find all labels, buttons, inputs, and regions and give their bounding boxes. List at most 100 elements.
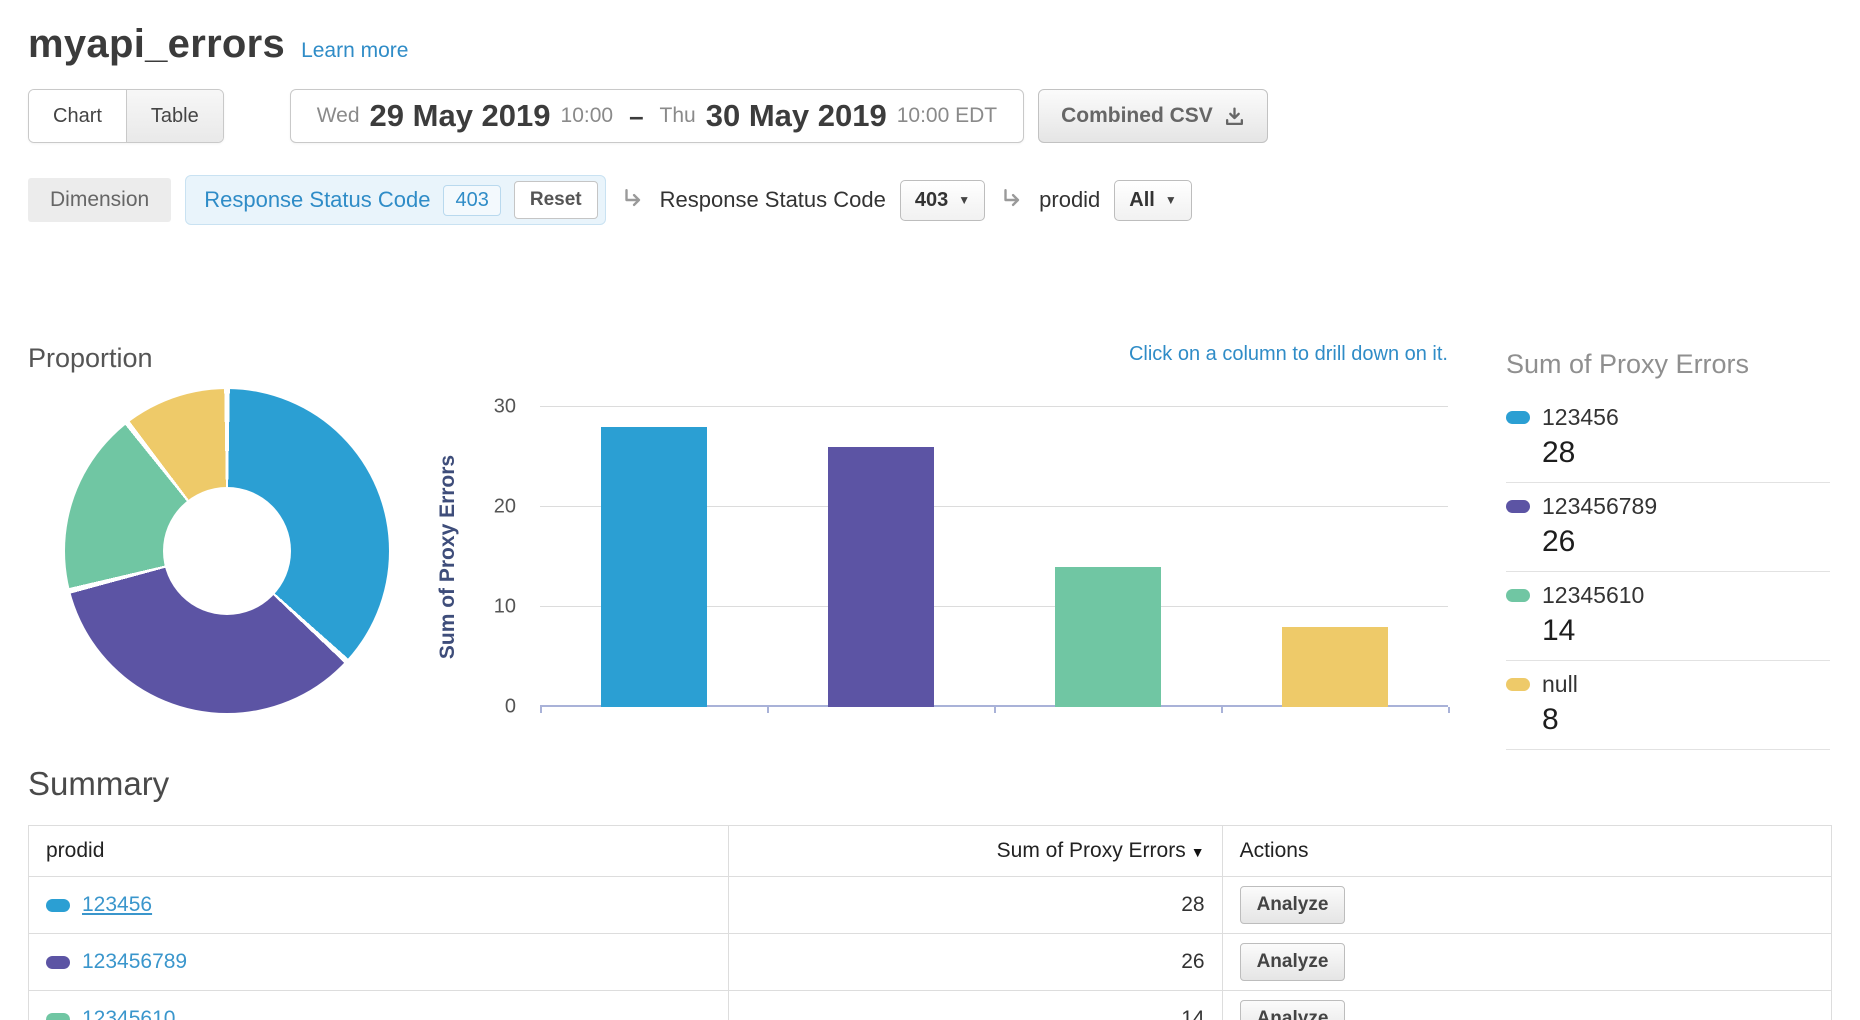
row-swatch bbox=[46, 956, 70, 969]
donut-chart[interactable] bbox=[65, 389, 389, 713]
value-cell: 14 bbox=[728, 991, 1222, 1020]
value-cell: 26 bbox=[728, 934, 1222, 991]
reset-button[interactable]: Reset bbox=[514, 181, 598, 219]
analyze-button[interactable]: Analyze bbox=[1240, 943, 1346, 981]
legend-value: 14 bbox=[1542, 614, 1830, 648]
drilldown-arrow-icon bbox=[999, 187, 1025, 213]
dropdown-value: 403 bbox=[915, 189, 948, 212]
page-title: myapi_errors bbox=[28, 22, 285, 67]
row-swatch bbox=[46, 1013, 70, 1020]
x-axis-tick bbox=[1448, 707, 1450, 713]
drilldown-arrow-icon bbox=[620, 187, 646, 213]
bars bbox=[540, 407, 1448, 707]
legend-label: null bbox=[1542, 671, 1578, 698]
table-row: 12345628Analyze bbox=[29, 877, 1832, 934]
tab-chart[interactable]: Chart bbox=[29, 90, 126, 142]
chart-legend: Sum of Proxy Errors 12345628123456789261… bbox=[1506, 349, 1830, 750]
legend-value: 26 bbox=[1542, 525, 1830, 559]
legend-label-row: 123456 bbox=[1506, 404, 1830, 431]
x-axis-tick bbox=[540, 707, 542, 713]
y-axis-label: Sum of Proxy Errors bbox=[426, 407, 470, 707]
bar-12345610[interactable] bbox=[1055, 567, 1161, 707]
legend-swatch bbox=[1506, 589, 1530, 602]
x-axis-tick bbox=[994, 707, 996, 713]
y-tick-label: 20 bbox=[494, 496, 516, 519]
legend-swatch bbox=[1506, 500, 1530, 513]
start-day: Wed bbox=[317, 104, 360, 128]
actions-cell: Analyze bbox=[1222, 877, 1831, 934]
prodid-cell: 12345610 bbox=[29, 991, 729, 1020]
legend-swatch bbox=[1506, 411, 1530, 424]
legend-entry: 12345628 bbox=[1506, 394, 1830, 483]
download-icon bbox=[1224, 106, 1245, 127]
drilldown-label-prodid: prodid bbox=[1039, 187, 1100, 213]
prodid-cell: 123456789 bbox=[29, 934, 729, 991]
prodid-link[interactable]: 12345610 bbox=[82, 1007, 175, 1020]
filter-chip: Response Status Code 403 Reset bbox=[185, 175, 605, 225]
donut-hole bbox=[163, 487, 291, 615]
table-row: 123456789 26 Analyze bbox=[29, 934, 1832, 991]
y-tick-label: 30 bbox=[494, 396, 516, 419]
analyze-button[interactable]: Analyze bbox=[1240, 886, 1346, 924]
summary-title: Summary bbox=[28, 765, 1832, 803]
legend-label: 12345610 bbox=[1542, 582, 1644, 609]
prodid-link[interactable]: 123456 bbox=[82, 893, 152, 916]
column-header-sum[interactable]: Sum of Proxy Errors ▼ bbox=[728, 826, 1222, 877]
legend-entry: 12345610 14 bbox=[1506, 572, 1830, 661]
drilldown-hint: Click on a column to drill down on it. bbox=[540, 343, 1448, 366]
legend-title: Sum of Proxy Errors bbox=[1506, 349, 1830, 380]
end-time: 10:00 EDT bbox=[897, 104, 997, 128]
table-header-row: prodid Sum of Proxy Errors▼ Actions bbox=[29, 826, 1832, 877]
dropdown-value: All bbox=[1129, 189, 1155, 212]
range-separator: – bbox=[623, 101, 649, 132]
legend-label-row: 12345610 bbox=[1506, 582, 1830, 609]
toolbar: Chart Table Wed 29 May 2019 10:00 – Thu … bbox=[28, 89, 1832, 143]
start-date: 29 May 2019 bbox=[370, 98, 551, 134]
legend-entry: null8 bbox=[1506, 661, 1830, 750]
legend-label-row: null bbox=[1506, 671, 1830, 698]
bar-null[interactable] bbox=[1282, 627, 1388, 707]
legend-label-row: 123456789 bbox=[1506, 493, 1830, 520]
prodid-dropdown[interactable]: All ▼ bbox=[1114, 180, 1191, 221]
legend-swatch bbox=[1506, 678, 1530, 691]
page: myapi_errors Learn more Chart Table Wed … bbox=[0, 0, 1860, 1020]
proportion-title: Proportion bbox=[28, 343, 153, 374]
column-header-prodid[interactable]: prodid bbox=[29, 826, 729, 877]
summary-table-body: 12345628Analyze12345678926Analyze1234561… bbox=[29, 877, 1832, 1020]
summary-table: prodid Sum of Proxy Errors▼ Actions 1234… bbox=[28, 825, 1832, 1020]
response-status-code-dropdown[interactable]: 403 ▼ bbox=[900, 180, 985, 221]
start-time: 10:00 bbox=[561, 104, 614, 128]
chevron-down-icon: ▼ bbox=[958, 193, 970, 207]
table-row: 12345610 14 Analyze bbox=[29, 991, 1832, 1020]
drilldown-label-response-status-code: Response Status Code bbox=[660, 187, 886, 213]
csv-button-label: Combined CSV bbox=[1061, 104, 1213, 128]
combined-csv-button[interactable]: Combined CSV bbox=[1038, 89, 1268, 143]
analyze-button[interactable]: Analyze bbox=[1240, 1000, 1346, 1020]
row-swatch bbox=[46, 899, 70, 912]
date-range-picker[interactable]: Wed 29 May 2019 10:00 – Thu 30 May 2019 … bbox=[290, 89, 1024, 143]
legend-label: 123456789 bbox=[1542, 493, 1657, 520]
bar-plot bbox=[540, 407, 1448, 707]
sort-desc-icon: ▼ bbox=[1191, 844, 1205, 860]
y-tick-label: 10 bbox=[494, 596, 516, 619]
charts-section: Proportion Click on a column to drill do… bbox=[28, 343, 1832, 739]
filter-bar: Dimension Response Status Code 403 Reset… bbox=[28, 175, 1832, 225]
bar-123456[interactable] bbox=[601, 427, 707, 707]
prodid-link[interactable]: 123456789 bbox=[82, 950, 187, 973]
legend-entry: 123456789 26 bbox=[1506, 483, 1830, 572]
tab-table[interactable]: Table bbox=[126, 90, 223, 142]
prodid-cell: 123456 bbox=[29, 877, 729, 934]
y-axis-ticks: 0102030 bbox=[470, 407, 528, 707]
filter-chip-label: Response Status Code bbox=[204, 187, 430, 213]
x-axis-tick bbox=[767, 707, 769, 713]
legend-entries: 12345628 123456789 26 12345610 14 null8 bbox=[1506, 394, 1830, 750]
x-axis-tick bbox=[1221, 707, 1223, 713]
actions-cell: Analyze bbox=[1222, 991, 1831, 1020]
learn-more-link[interactable]: Learn more bbox=[301, 39, 408, 63]
filter-chip-value: 403 bbox=[443, 185, 500, 216]
page-header: myapi_errors Learn more bbox=[28, 22, 1832, 67]
dimension-label: Dimension bbox=[28, 178, 171, 222]
y-tick-label: 0 bbox=[505, 696, 516, 719]
column-header-sum-label: Sum of Proxy Errors bbox=[997, 839, 1186, 862]
bar-123456789[interactable] bbox=[828, 447, 934, 707]
